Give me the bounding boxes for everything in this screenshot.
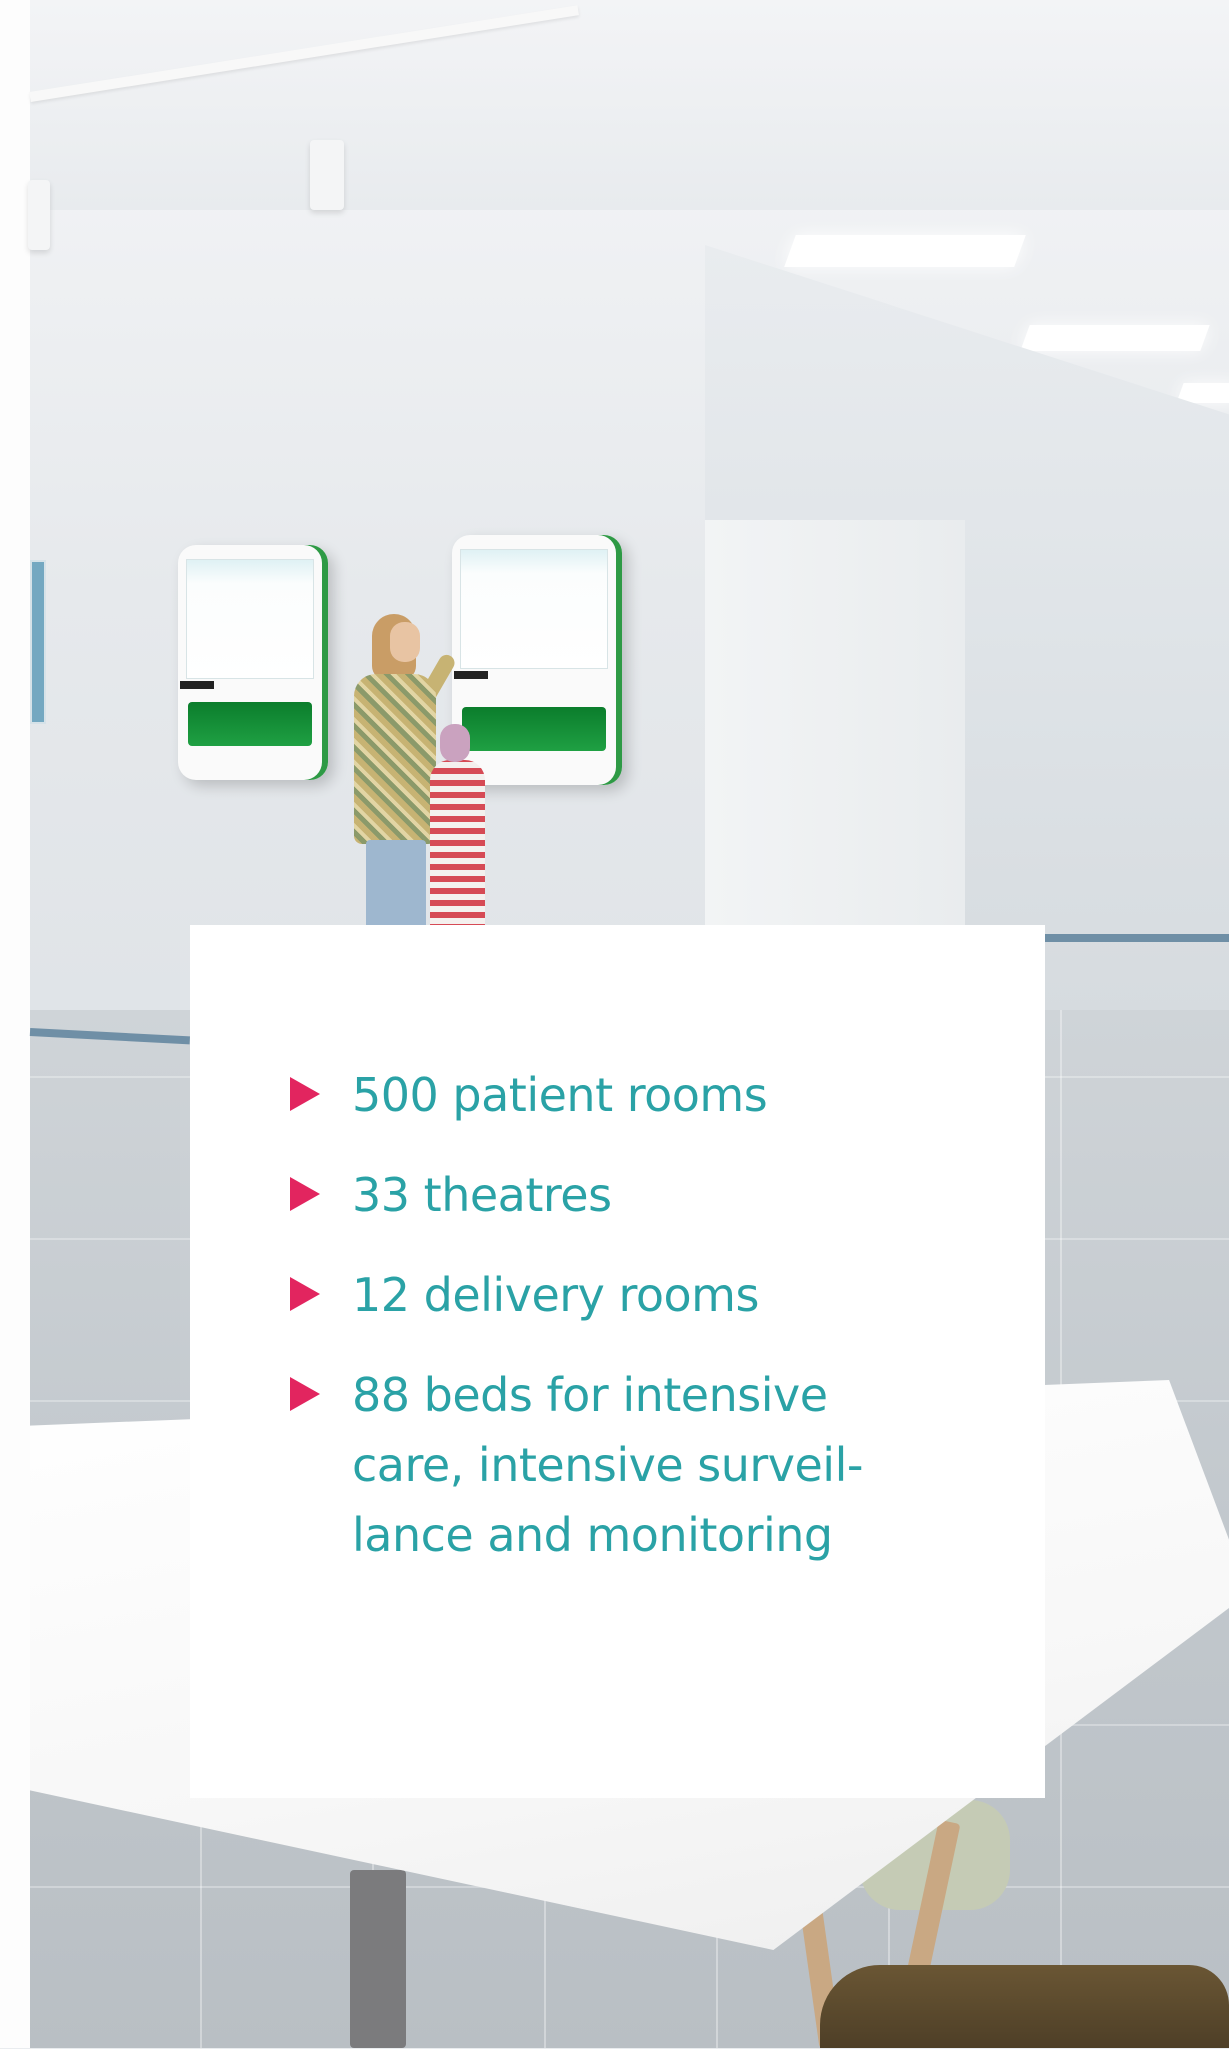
stat-intensive-care-beds: 88 beds for intensive care, intensive su… [290,1360,930,1570]
wall-display [30,560,46,724]
patterned-jacket [354,674,436,844]
ceiling-light-panel [1020,325,1210,351]
page-margin [0,0,30,2048]
kiosk-tray [188,702,312,746]
head [390,622,420,662]
kiosk-tray [462,707,606,751]
triangle-right-icon [290,1177,320,1211]
ceiling [30,0,1229,210]
child-head [440,724,470,762]
facility-stats-list: 500 patient rooms 33 theatres 12 deliver… [290,1060,930,1600]
ceiling-light-panel [784,235,1026,267]
baseboard [1045,934,1229,942]
kiosk-screen [460,549,608,669]
table-leg [350,1870,406,2048]
triangle-right-icon [290,1377,320,1411]
stat-theatres: 33 theatres [290,1160,930,1230]
stat-text: 12 delivery rooms [352,1268,759,1322]
check-in-kiosk [178,545,328,780]
stat-delivery-rooms: 12 delivery rooms [290,1260,930,1330]
child-figure [430,724,485,930]
triangle-right-icon [290,1277,320,1311]
stat-text: 88 beds for intensive care, intensive su… [352,1368,863,1562]
spotlight [28,180,50,250]
stat-text: 33 theatres [352,1168,612,1222]
triangle-right-icon [290,1077,320,1111]
stat-patient-rooms: 500 patient rooms [290,1060,930,1130]
check-in-kiosk [452,535,622,785]
chair-seat [820,1965,1229,2048]
spotlight [310,140,344,210]
stat-text: 500 patient rooms [352,1068,768,1122]
kiosk-card-reader [180,681,214,689]
kiosk-screen [186,559,314,679]
